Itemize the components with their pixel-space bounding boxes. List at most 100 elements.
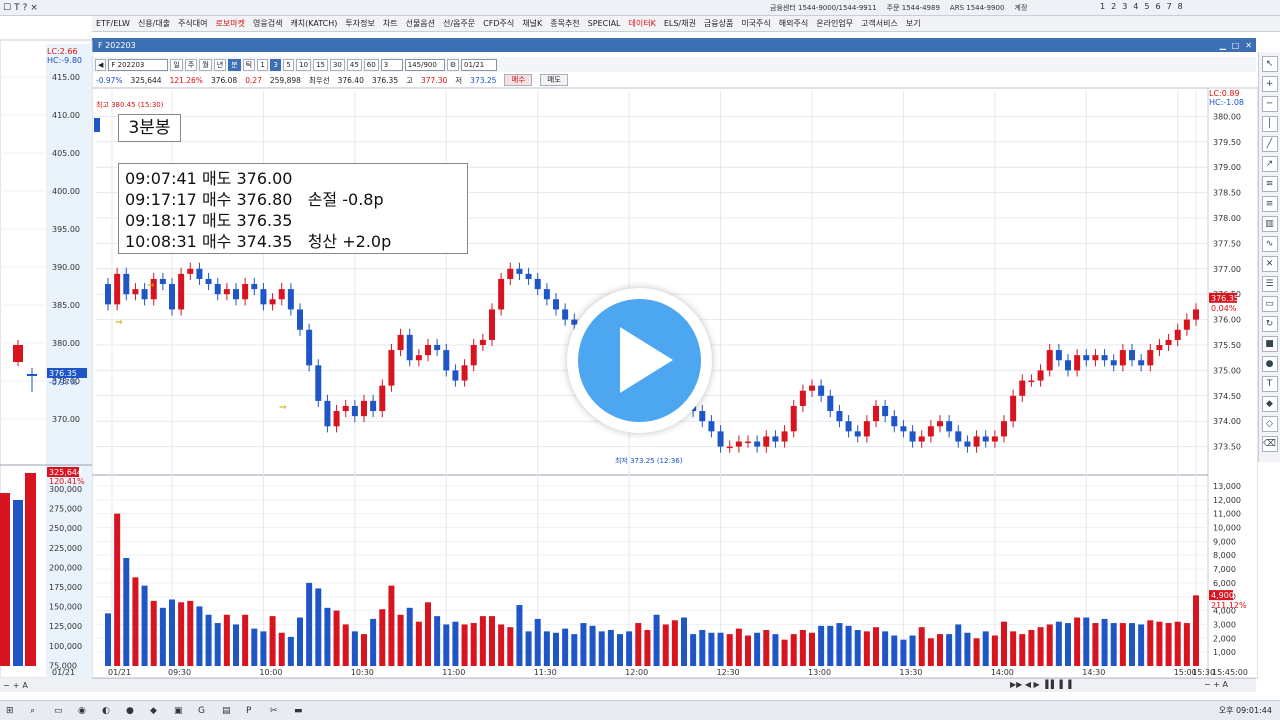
time-tick-label: 09:30 bbox=[168, 668, 191, 677]
color-tool-icon[interactable]: ◆ bbox=[1261, 396, 1278, 412]
volume-bar bbox=[470, 623, 477, 666]
volume-bar bbox=[644, 629, 651, 666]
candle-body bbox=[260, 289, 267, 305]
volume-bar bbox=[1165, 623, 1172, 666]
candle-body bbox=[415, 355, 422, 361]
hline-tool-icon[interactable]: ─ bbox=[1261, 96, 1278, 112]
price-tick-label: 380.00 bbox=[1213, 112, 1241, 121]
app-icon-8[interactable]: ▬ bbox=[294, 706, 304, 716]
candle-body bbox=[214, 284, 221, 295]
sell-arrow-1: ⇒ bbox=[147, 281, 155, 291]
candle-body bbox=[1001, 421, 1007, 437]
left-candle-body bbox=[13, 345, 23, 362]
volume-bar bbox=[269, 616, 276, 666]
candle-body bbox=[955, 431, 962, 442]
app-icon-5[interactable]: ▤ bbox=[222, 706, 232, 716]
volume-bar bbox=[507, 627, 514, 666]
taskview-icon[interactable]: ▭ bbox=[54, 706, 64, 716]
candle-body bbox=[1165, 339, 1172, 345]
vline-tool-icon[interactable]: │ bbox=[1261, 116, 1278, 132]
candle-body bbox=[1092, 355, 1099, 361]
channel-tool-icon[interactable]: ≡ bbox=[1261, 196, 1278, 212]
zoom-controls[interactable]: − + A bbox=[1204, 680, 1228, 689]
candle-body bbox=[745, 441, 751, 444]
candle-body bbox=[937, 421, 943, 427]
lc-label: LC:0.89 bbox=[1209, 89, 1240, 98]
volume-bar bbox=[845, 625, 852, 666]
crosshair-tool-icon[interactable]: + bbox=[1261, 76, 1278, 92]
delete-tool-icon[interactable]: ⌫ bbox=[1261, 436, 1278, 452]
taskbar: ⊞ ⌕ ▭ ◉ ◐ ● ◆ ▣ G ▤ P ✂ ▬ 오후 09:01:44 bbox=[0, 700, 1280, 720]
candle-body bbox=[1147, 350, 1154, 366]
left-vol-tick: 100,000 bbox=[49, 642, 82, 651]
candle-body bbox=[1101, 355, 1108, 361]
box-tool-icon[interactable]: ▭ bbox=[1261, 296, 1278, 312]
circle-tool-icon[interactable]: ● bbox=[1261, 356, 1278, 372]
candle-body bbox=[370, 400, 377, 412]
current-pct-label: 0.04% bbox=[1211, 304, 1237, 313]
price-axis-panel bbox=[1207, 87, 1258, 679]
cursor-tool-icon[interactable]: ↖ bbox=[1261, 56, 1278, 72]
volume-bar bbox=[306, 582, 313, 666]
buy-arrow-1: ⇒ bbox=[115, 318, 123, 328]
volume-bar bbox=[443, 624, 450, 666]
app-icon-4[interactable]: G bbox=[198, 706, 208, 716]
left-vol-tick: 275,000 bbox=[49, 505, 82, 514]
volume-bar bbox=[324, 607, 331, 666]
app-icon-1[interactable]: ● bbox=[126, 706, 136, 716]
candle-body bbox=[946, 421, 953, 432]
volume-bar bbox=[836, 623, 843, 666]
scroll-controls[interactable]: ▶▶ ◀ ▶ ▐ ▌ ▌ ▌ bbox=[1010, 680, 1074, 689]
fan-tool-icon[interactable]: ≋ bbox=[1261, 176, 1278, 192]
trendline-tool-icon[interactable]: ╱ bbox=[1261, 136, 1278, 152]
candle-body bbox=[964, 441, 971, 447]
edge-icon[interactable]: ◐ bbox=[102, 706, 112, 716]
fib-tool-icon[interactable]: ☰ bbox=[1261, 276, 1278, 292]
candle-body bbox=[169, 284, 175, 310]
volume-bar bbox=[982, 631, 989, 666]
candle-body bbox=[754, 441, 761, 447]
candle-body bbox=[1193, 309, 1199, 320]
text-tool-icon[interactable]: T bbox=[1261, 376, 1278, 392]
rect-tool-icon[interactable]: ■ bbox=[1261, 336, 1278, 352]
app-icon-6[interactable]: P bbox=[246, 706, 256, 716]
volume-bar bbox=[187, 600, 194, 666]
left-date-label: 01/21 bbox=[52, 668, 75, 677]
volume-bar bbox=[1019, 634, 1026, 666]
volume-bar bbox=[690, 634, 697, 666]
zoom-in-icon[interactable]: + bbox=[13, 681, 20, 690]
candle-body bbox=[397, 334, 404, 351]
volume-bar bbox=[525, 631, 532, 666]
time-tick-label: 13:00 bbox=[808, 668, 831, 677]
wave-tool-icon[interactable]: ∿ bbox=[1261, 236, 1278, 252]
volume-tick-label: 7,000 bbox=[1213, 565, 1236, 574]
ray-tool-icon[interactable]: ↗ bbox=[1261, 156, 1278, 172]
browser-icon[interactable]: ◉ bbox=[78, 706, 88, 716]
volume-bar bbox=[242, 614, 249, 666]
cycle-tool-icon[interactable]: ↻ bbox=[1261, 316, 1278, 332]
play-icon[interactable] bbox=[620, 327, 673, 393]
volume-bar bbox=[1074, 617, 1081, 666]
text-size-icon[interactable]: A bbox=[22, 681, 27, 690]
candle-body bbox=[763, 436, 770, 447]
volume-bar bbox=[205, 614, 212, 666]
app-icon-3[interactable]: ▣ bbox=[174, 706, 184, 716]
volume-bar bbox=[370, 618, 377, 666]
grid-tool-icon[interactable]: ▥ bbox=[1261, 216, 1278, 232]
candle-body bbox=[297, 309, 303, 330]
volume-bar bbox=[671, 620, 678, 666]
left-price-tick: 380.00 bbox=[52, 339, 80, 348]
windows-start-icon[interactable]: ⊞ bbox=[6, 706, 16, 716]
app-icon-2[interactable]: ◆ bbox=[150, 706, 160, 716]
app-icon-7[interactable]: ✂ bbox=[270, 706, 280, 716]
volume-tick-label: 2,000 bbox=[1213, 634, 1236, 643]
zoom-out-icon[interactable]: − bbox=[3, 681, 10, 690]
volume-bar bbox=[617, 634, 623, 666]
erase-tool-icon[interactable]: ◇ bbox=[1261, 416, 1278, 432]
cross-tool-icon[interactable]: ✕ bbox=[1261, 256, 1278, 272]
volume-bar bbox=[726, 634, 733, 666]
volume-bar bbox=[1138, 624, 1145, 666]
search-icon[interactable]: ⌕ bbox=[30, 706, 40, 716]
candle-body bbox=[351, 405, 358, 417]
candle-body bbox=[498, 278, 505, 310]
